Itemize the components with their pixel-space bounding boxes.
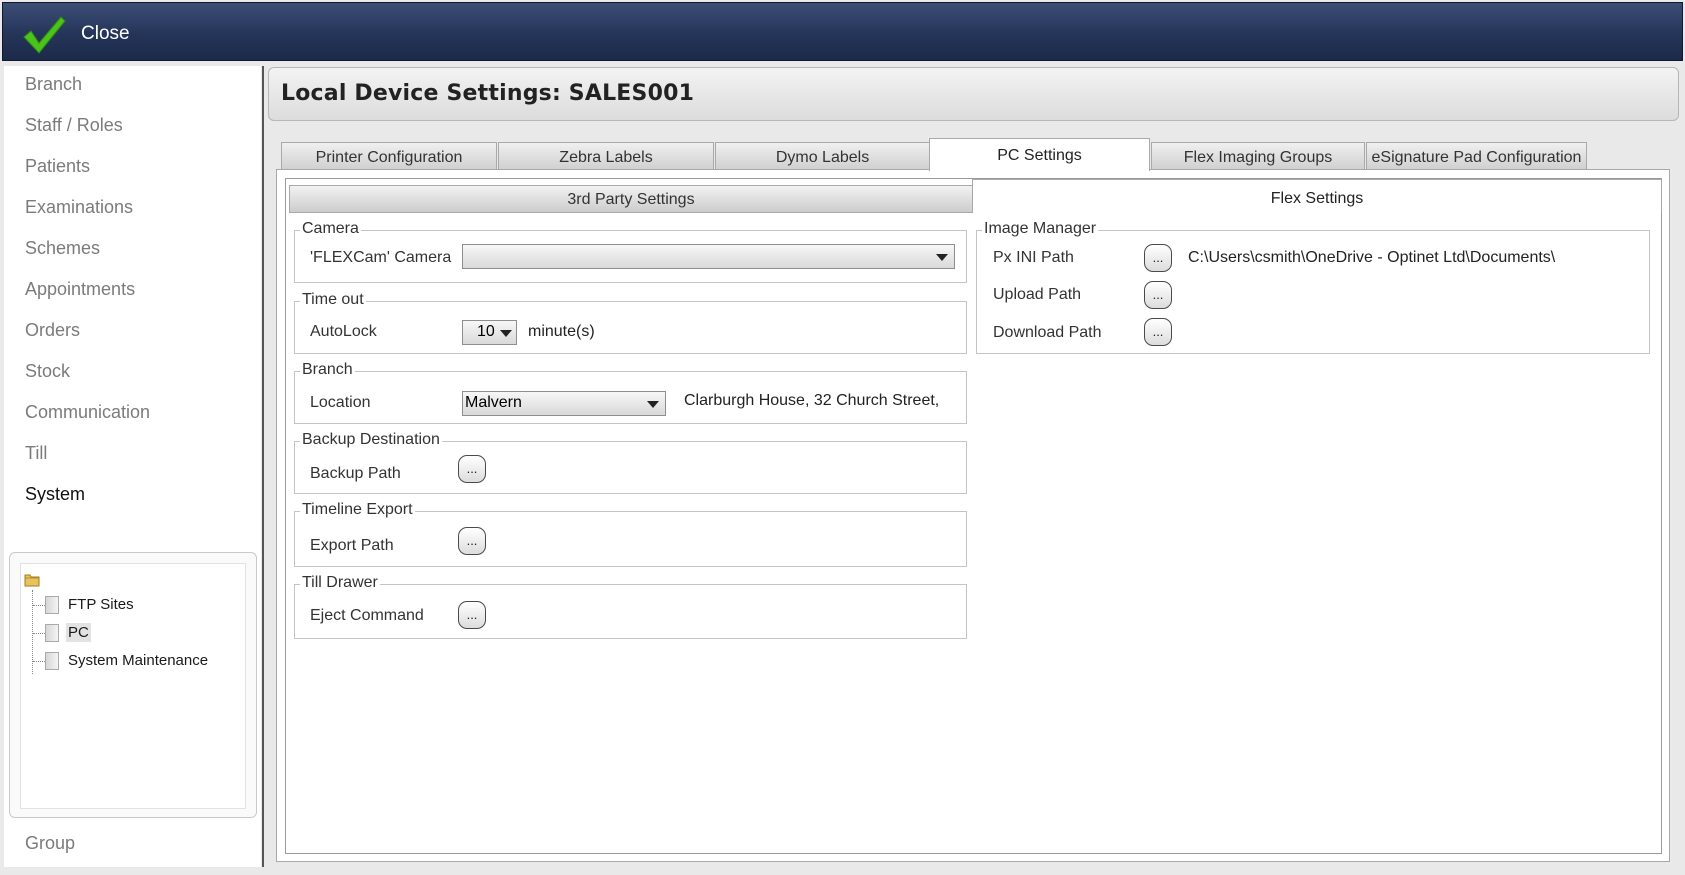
- backup-path-label: Backup Path: [310, 465, 401, 482]
- image-manager-group: Image Manager Px INI Path ... C:\Users\c…: [976, 220, 1650, 354]
- backup-path-browse-button[interactable]: ...: [458, 455, 486, 483]
- settings-subpanel: 3rd Party Settings Flex Settings Camera …: [285, 178, 1662, 854]
- close-button[interactable]: Close: [81, 23, 130, 45]
- document-icon: [45, 624, 59, 642]
- sidebar-item-group[interactable]: Group: [25, 833, 75, 854]
- branch-group: Branch Location Malvern Clarburgh House,…: [294, 361, 967, 424]
- flexcam-camera-select[interactable]: [462, 244, 955, 269]
- location-label: Location: [310, 394, 371, 411]
- subtab-flex-settings[interactable]: Flex Settings: [972, 179, 1662, 213]
- eject-command-browse-button[interactable]: ...: [458, 601, 486, 629]
- autolock-unit: minute(s): [528, 323, 595, 340]
- px-ini-path-browse-button[interactable]: ...: [1144, 244, 1172, 272]
- document-icon: [45, 652, 59, 670]
- sidebar-item-till[interactable]: Till: [25, 443, 47, 464]
- export-path-label: Export Path: [310, 537, 394, 554]
- chevron-down-icon: [936, 254, 948, 261]
- camera-group-title: Camera: [300, 220, 361, 238]
- chevron-down-icon: [500, 330, 512, 337]
- sidebar-item-system[interactable]: System: [25, 484, 85, 505]
- pc-settings-panel: 3rd Party Settings Flex Settings Camera …: [276, 169, 1670, 862]
- sidebar: Branch Staff / Roles Patients Examinatio…: [4, 66, 261, 867]
- folder-icon[interactable]: [24, 572, 40, 588]
- tree-connector: [33, 605, 45, 606]
- autolock-select[interactable]: 10: [462, 320, 517, 345]
- sidebar-item-orders[interactable]: Orders: [25, 320, 80, 341]
- tab-pc-settings[interactable]: PC Settings: [929, 138, 1150, 171]
- checkmark-icon[interactable]: [21, 15, 67, 55]
- sidebar-item-patients[interactable]: Patients: [25, 156, 90, 177]
- till-drawer-group-title: Till Drawer: [300, 574, 380, 592]
- tab-flex-imaging-groups[interactable]: Flex Imaging Groups: [1151, 142, 1365, 170]
- sidebar-divider: [262, 66, 264, 867]
- backup-destination-group-title: Backup Destination: [300, 431, 442, 449]
- backup-destination-group: Backup Destination Backup Path ...: [294, 431, 967, 494]
- eject-command-label: Eject Command: [310, 607, 424, 624]
- till-drawer-group: Till Drawer Eject Command ...: [294, 574, 967, 639]
- top-toolbar: Close: [2, 2, 1683, 61]
- location-value: Malvern: [465, 394, 522, 411]
- sidebar-item-branch[interactable]: Branch: [25, 74, 82, 95]
- sidebar-item-examinations[interactable]: Examinations: [25, 197, 133, 218]
- page-header: Local Device Settings: SALES001: [268, 67, 1679, 121]
- upload-path-label: Upload Path: [993, 286, 1082, 303]
- system-tree-panel: FTP Sites PC System Maintenance: [9, 552, 257, 818]
- download-path-label: Download Path: [993, 324, 1102, 341]
- upload-path-browse-button[interactable]: ...: [1144, 281, 1172, 309]
- tree-connector: [33, 661, 45, 662]
- timeout-group: Time out AutoLock 10 minute(s): [294, 291, 967, 354]
- export-path-browse-button[interactable]: ...: [458, 527, 486, 555]
- timeline-export-group: Timeline Export Export Path ...: [294, 501, 967, 567]
- system-tree: FTP Sites PC System Maintenance: [20, 563, 246, 809]
- document-icon: [45, 596, 59, 614]
- timeline-export-group-title: Timeline Export: [300, 501, 415, 519]
- sidebar-item-appointments[interactable]: Appointments: [25, 279, 135, 300]
- px-ini-path-value: C:\Users\csmith\OneDrive - Optinet Ltd\D…: [1188, 249, 1556, 266]
- location-select[interactable]: Malvern: [462, 391, 666, 416]
- px-ini-path-label: Px INI Path: [993, 249, 1074, 266]
- tree-item-label: FTP Sites: [68, 596, 134, 613]
- chevron-down-icon: [647, 401, 659, 408]
- timeout-group-title: Time out: [300, 291, 366, 309]
- sidebar-item-stock[interactable]: Stock: [25, 361, 70, 382]
- sidebar-item-schemes[interactable]: Schemes: [25, 238, 100, 259]
- download-path-browse-button[interactable]: ...: [1144, 318, 1172, 346]
- autolock-label: AutoLock: [310, 323, 377, 340]
- subtab-3rd-party-settings[interactable]: 3rd Party Settings: [289, 185, 973, 213]
- page-title: Local Device Settings: SALES001: [281, 81, 695, 106]
- tab-dymo-labels[interactable]: Dymo Labels: [715, 142, 930, 170]
- tab-printer-configuration[interactable]: Printer Configuration: [281, 142, 497, 170]
- autolock-value: 10: [477, 323, 495, 340]
- camera-group: Camera 'FLEXCam' Camera: [294, 220, 967, 283]
- branch-group-title: Branch: [300, 361, 355, 379]
- sidebar-item-staff-roles[interactable]: Staff / Roles: [25, 115, 123, 136]
- image-manager-group-title: Image Manager: [982, 220, 1099, 238]
- sidebar-item-communication[interactable]: Communication: [25, 402, 150, 423]
- tree-item-label: PC: [66, 623, 91, 642]
- tab-zebra-labels[interactable]: Zebra Labels: [498, 142, 714, 170]
- tree-item-label: System Maintenance: [68, 652, 209, 669]
- tab-esignature-pad-configuration[interactable]: eSignature Pad Configuration: [1366, 142, 1587, 170]
- tree-connector: [33, 633, 45, 634]
- flexcam-camera-label: 'FLEXCam' Camera: [310, 249, 452, 266]
- branch-address: Clarburgh House, 32 Church Street,: [684, 392, 940, 409]
